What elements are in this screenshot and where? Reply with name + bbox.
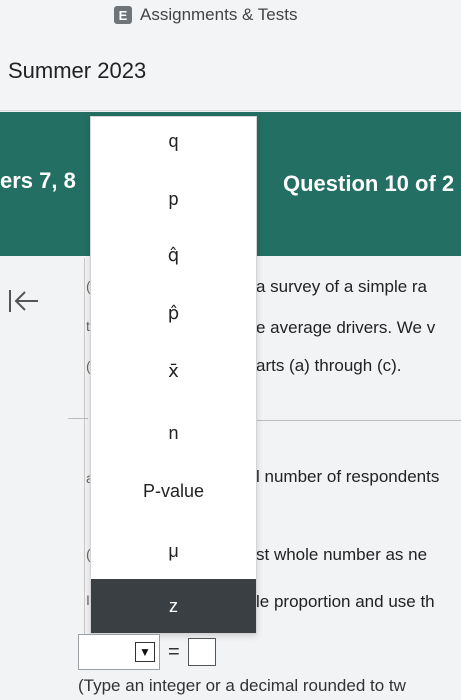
question-text-line: l number of respondents <box>256 467 440 486</box>
dropdown-option-z-selected[interactable]: z <box>91 579 256 633</box>
section-divider <box>256 420 461 421</box>
breadcrumb[interactable]: E Assignments & Tests <box>114 4 297 26</box>
dropdown-option-p[interactable]: p <box>91 189 256 210</box>
equals-sign: = <box>168 640 180 663</box>
question-text-line: a survey of a simple ra <box>256 277 428 296</box>
question-counter: Question 10 of 2 <box>283 171 455 196</box>
dropdown-option-n[interactable]: n <box>91 423 256 444</box>
dropdown-option-p-value[interactable]: P-value <box>91 481 256 502</box>
question-text-line: arts (a) through (c). <box>256 356 402 375</box>
left-pane-divider <box>68 418 88 419</box>
breadcrumb-label[interactable]: Assignments & Tests <box>140 5 297 25</box>
term-title: Summer 2023 <box>8 58 147 83</box>
assignments-badge-icon: E <box>114 6 132 24</box>
collapse-left-icon[interactable] <box>8 288 40 314</box>
dropdown-option-p-hat[interactable]: p̂ <box>91 303 256 324</box>
symbol-select[interactable]: ▼ <box>78 634 160 670</box>
chevron-down-icon[interactable]: ▼ <box>135 642 155 662</box>
symbol-dropdown-menu[interactable]: q p q̂ p̂ x̄ n P-value μ z <box>90 116 257 634</box>
dropdown-option-q[interactable]: q <box>91 131 256 152</box>
answer-row: ▼ = <box>78 634 216 670</box>
question-text-line: e average drivers. We v <box>256 318 436 337</box>
dropdown-option-x-bar[interactable]: x̄ <box>91 361 256 382</box>
dropdown-option-q-hat[interactable]: q̂ <box>91 245 256 266</box>
question-text-line: le proportion and use th <box>256 592 435 611</box>
dropdown-option-mu[interactable]: μ <box>91 541 256 562</box>
top-bar: E Assignments & Tests Summer 2023 <box>0 0 461 111</box>
answer-input[interactable] <box>187 638 216 666</box>
pane-divider[interactable] <box>84 258 85 638</box>
answer-hint: (Type an integer or a decimal rounded to… <box>78 676 406 695</box>
assignment-title: ers 7, 8 <box>0 168 76 193</box>
question-text-line: st whole number as ne <box>256 545 428 564</box>
